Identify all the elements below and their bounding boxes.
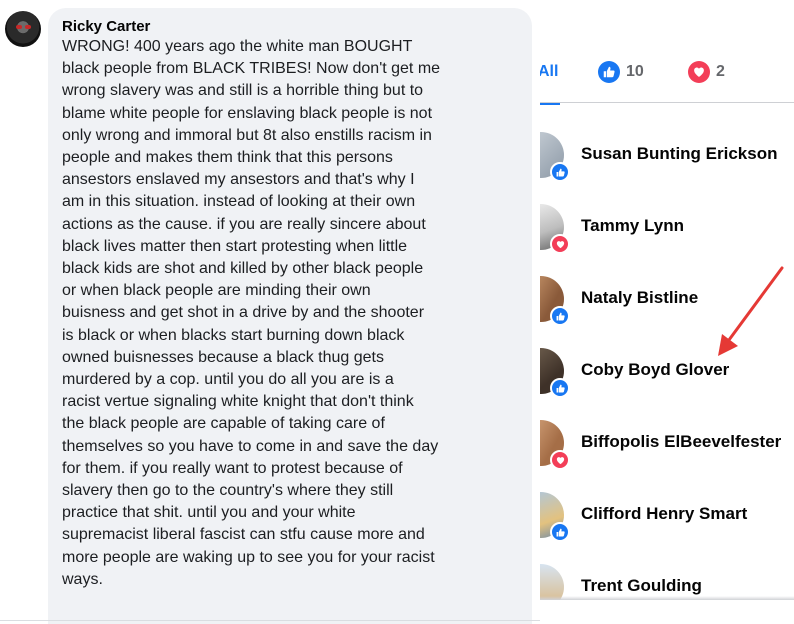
red-arrow-annotation — [718, 266, 784, 356]
